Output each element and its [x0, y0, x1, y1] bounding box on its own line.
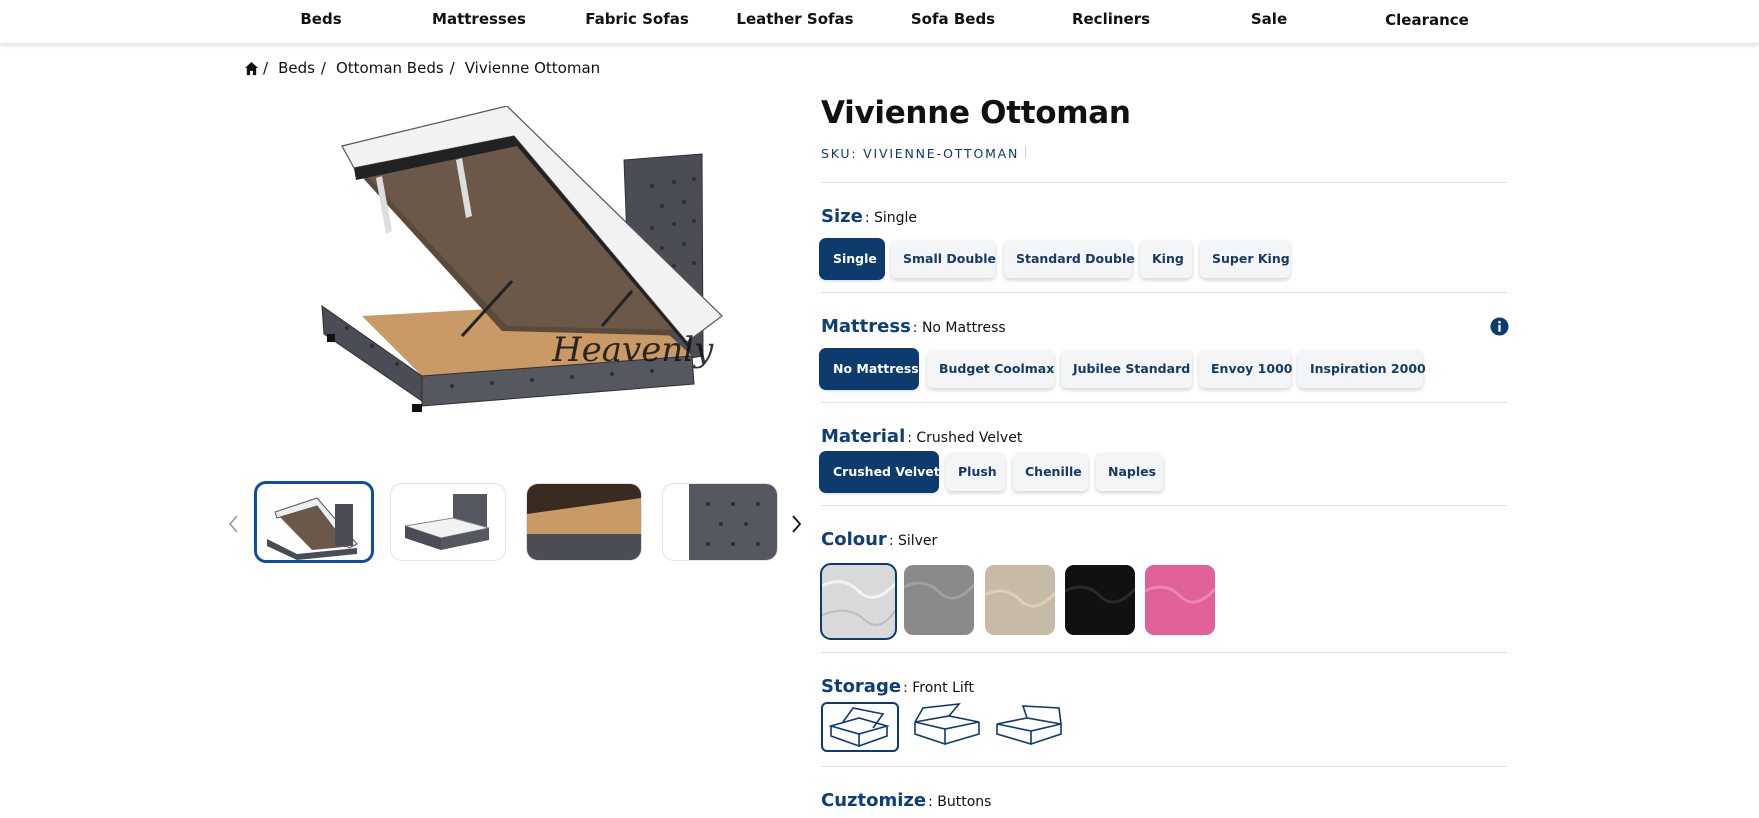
divider: [821, 292, 1507, 293]
chevron-left-icon[interactable]: [224, 512, 244, 536]
size-single-button[interactable]: Single: [821, 240, 883, 278]
colour-swatch-black[interactable]: [1065, 565, 1135, 635]
breadcrumb-current: Vivienne Ottoman: [464, 59, 601, 77]
breadcrumb-separator: /: [263, 59, 269, 77]
thumbnail-1[interactable]: [254, 481, 374, 563]
breadcrumb-separator: /: [449, 59, 455, 77]
size-small-double-button[interactable]: Small Double: [891, 240, 996, 278]
colour-value: : Silver: [888, 533, 938, 549]
nav-item-leather-sofas[interactable]: Leather Sofas: [725, 10, 865, 28]
colour-swatch-silver[interactable]: [820, 563, 897, 640]
customize-option-label: Cuztomize : Buttons: [821, 790, 991, 811]
size-option-label: Size : Single: [821, 206, 917, 227]
material-label: Material: [821, 426, 906, 447]
size-standard-double-button[interactable]: Standard Double: [1004, 240, 1135, 278]
mattress-budget-coolmax-button[interactable]: Budget Coolmax: [927, 350, 1054, 388]
thumbnail-2[interactable]: [390, 483, 506, 561]
customize-label: Cuztomize: [821, 790, 927, 811]
nav-item-beds[interactable]: Beds: [251, 10, 391, 28]
thumbnail-4[interactable]: [662, 483, 778, 561]
material-naples-button[interactable]: Naples: [1096, 453, 1163, 491]
divider: [821, 182, 1507, 183]
home-icon[interactable]: [244, 61, 259, 76]
product-title: Vivienne Ottoman: [821, 95, 1131, 131]
nav-item-recliners[interactable]: Recliners: [1041, 10, 1181, 28]
material-crushed-velvet-button[interactable]: Crushed Velvet: [821, 453, 940, 491]
divider: [821, 505, 1507, 506]
mattress-jubilee-standard-button[interactable]: Jubilee Standard: [1061, 350, 1192, 388]
storage-label: Storage: [821, 676, 902, 697]
product-main-image[interactable]: Heavenly: [302, 106, 742, 456]
nav-item-sale[interactable]: Sale: [1199, 10, 1339, 28]
product-sku: SKU: VIVIENNE-OTTOMAN: [821, 146, 1020, 161]
nav-item-sofa-beds[interactable]: Sofa Beds: [883, 10, 1023, 28]
divider: [821, 402, 1507, 403]
mattress-inspiration-2000-button[interactable]: Inspiration 2000: [1298, 350, 1426, 388]
nav-item-mattresses[interactable]: Mattresses: [409, 10, 549, 28]
divider: [821, 652, 1507, 653]
chevron-right-icon[interactable]: [786, 512, 806, 536]
storage-option-label: Storage : Front Lift: [821, 676, 974, 697]
top-navigation: Beds Mattresses Fabric Sofas Leather Sof…: [0, 0, 1759, 44]
size-label: Size: [821, 206, 863, 227]
breadcrumb: / Beds / Ottoman Beds / Vivienne Ottoman: [244, 59, 600, 77]
colour-swatch-grey[interactable]: [904, 565, 974, 635]
nav-item-fabric-sofas[interactable]: Fabric Sofas: [567, 10, 707, 28]
side-lift-right-icon[interactable]: [993, 702, 1071, 752]
material-plush-button[interactable]: Plush: [946, 453, 1005, 491]
material-option-label: Material : Crushed Velvet: [821, 426, 1022, 447]
mattress-no-mattress-button[interactable]: No Mattress: [821, 350, 919, 388]
mattress-option-label: Mattress : No Mattress: [821, 316, 1006, 337]
mattress-envoy-1000-button[interactable]: Envoy 1000: [1199, 350, 1292, 388]
breadcrumb-beds[interactable]: Beds: [278, 59, 315, 77]
colour-swatch-pink[interactable]: [1145, 565, 1215, 635]
size-king-button[interactable]: King: [1140, 240, 1192, 278]
mattress-value: : No Mattress: [912, 320, 1006, 336]
nav-item-clearance[interactable]: Clearance: [1357, 11, 1497, 29]
mattress-label: Mattress: [821, 316, 911, 337]
divider: [821, 766, 1507, 767]
size-value: : Single: [864, 210, 918, 226]
colour-swatch-beige[interactable]: [985, 565, 1055, 635]
storage-value: : Front Lift: [903, 680, 974, 696]
watermark-logo: Heavenly: [551, 330, 714, 370]
colour-label: Colour: [821, 529, 887, 550]
thumbnail-3[interactable]: [526, 483, 642, 561]
material-value: : Crushed Velvet: [907, 430, 1023, 446]
size-super-king-button[interactable]: Super King: [1200, 240, 1290, 278]
colour-option-label: Colour : Silver: [821, 529, 937, 550]
info-icon[interactable]: [1490, 317, 1509, 336]
material-chenille-button[interactable]: Chenille: [1013, 453, 1088, 491]
breadcrumb-separator: /: [320, 59, 326, 77]
customize-value: : Buttons: [928, 794, 992, 810]
sku-divider: [1025, 146, 1026, 158]
front-lift-icon[interactable]: [821, 702, 899, 752]
side-lift-left-icon[interactable]: [909, 702, 987, 752]
breadcrumb-ottoman-beds[interactable]: Ottoman Beds: [336, 59, 444, 77]
